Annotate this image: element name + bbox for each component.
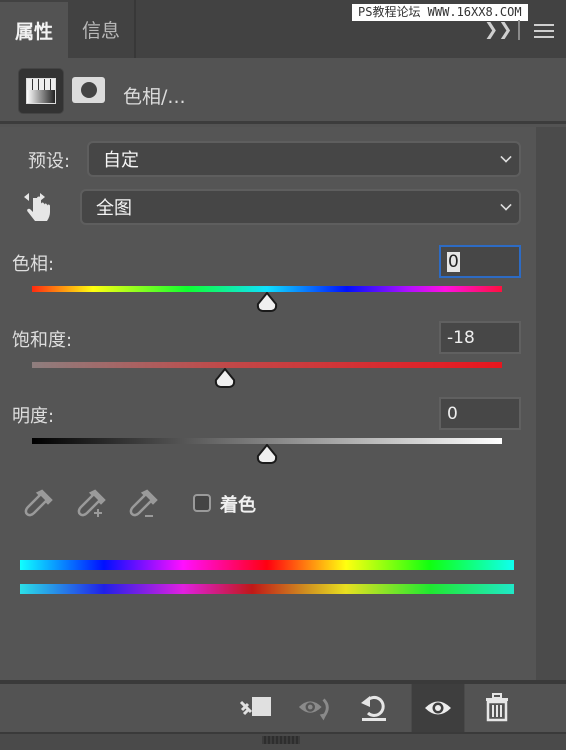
hue-slider-thumb[interactable] [256,292,278,312]
watermark: PS教程论坛 WWW.16XX8.COM [352,4,528,21]
preset-select[interactable]: 自定 [87,141,521,177]
chevron-down-icon [500,199,512,211]
adjustment-title: 色相/... [123,86,186,108]
hamburger-menu-icon[interactable] [534,24,554,42]
preset-value: 自定 [103,150,139,171]
delete-button[interactable] [479,692,515,724]
reset-button[interactable] [356,692,392,724]
double-chevron-right-icon[interactable]: ❯❯ [484,20,513,40]
lightness-label: 明度: [12,406,55,427]
output-spectrum-bar [20,584,514,594]
hue-input[interactable]: 0 [439,245,521,278]
adjustment-header: 色相/... [0,58,566,124]
tab-properties[interactable]: 属性 [0,2,68,58]
saturation-input[interactable]: -18 [439,321,521,354]
saturation-label: 饱和度: [12,330,73,351]
hue-label: 色相: [12,254,55,275]
layer-mask-icon[interactable] [72,77,105,103]
scrollbar-track[interactable] [536,127,566,680]
targeted-adjustment-hand-icon[interactable] [22,190,54,226]
input-spectrum-bar [20,560,514,570]
eyedropper-subtract-icon[interactable] [127,488,159,522]
tab-info[interactable]: 信息 [68,0,136,58]
clip-to-layer-icon [239,697,271,716]
lightness-slider-thumb[interactable] [256,444,278,464]
eye-cycle-icon [298,698,329,721]
colorize-label: 着色 [220,495,256,516]
preset-label: 预设: [28,151,71,172]
chevron-down-icon [500,151,512,163]
divider [518,20,520,40]
view-previous-state-button[interactable] [297,692,333,724]
channel-select[interactable]: 全图 [80,189,521,225]
panel-tab-bar: 属性 信息 PS教程论坛 WWW.16XX8.COM ❯❯ [0,0,566,58]
channel-value: 全图 [96,198,132,219]
saturation-slider-track[interactable] [32,362,502,368]
lightness-input[interactable]: 0 [439,397,521,430]
colorize-checkbox[interactable] [193,494,211,512]
eyedropper-icon[interactable] [22,488,54,522]
trash-icon [486,693,508,722]
eyedropper-add-icon[interactable] [75,488,107,522]
hue-saturation-adjustment-icon[interactable] [18,68,64,114]
resize-grip[interactable] [262,736,300,744]
eye-icon [425,701,451,715]
clip-to-layer-button[interactable] [238,692,274,724]
reset-icon [361,696,386,721]
saturation-slider-thumb[interactable] [214,368,236,388]
toggle-visibility-button[interactable] [420,692,456,724]
